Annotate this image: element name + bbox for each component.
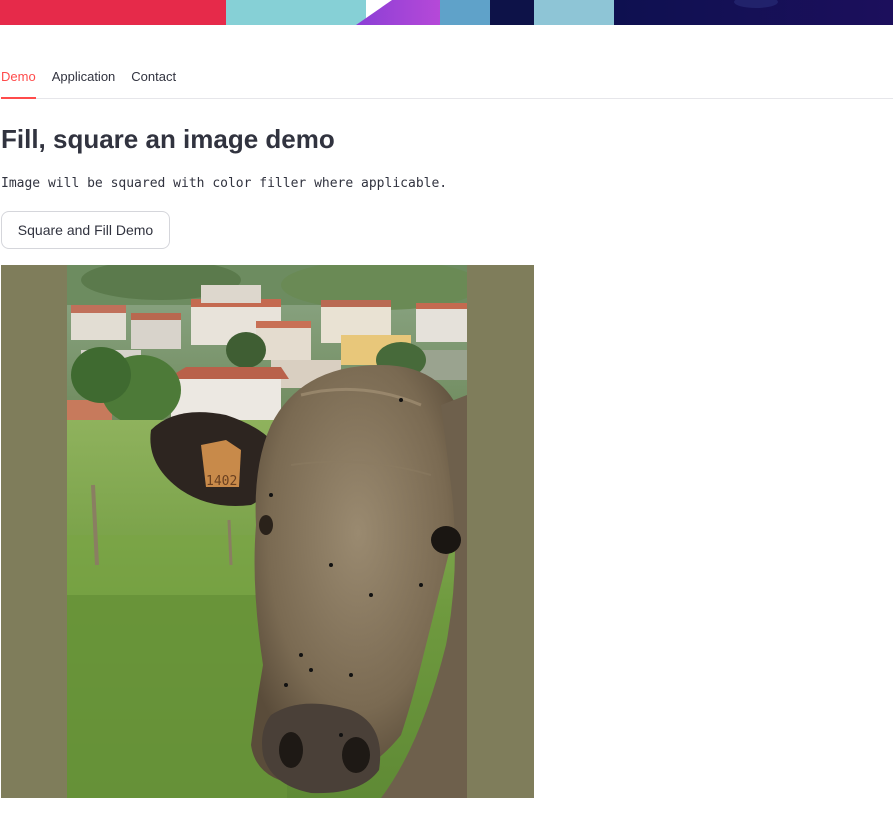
tab-contact[interactable]: Contact (131, 64, 176, 98)
description-text: Image will be squared with color filler … (1, 176, 448, 191)
ear-tag-label: 1402 (206, 474, 237, 489)
squared-image: 1402 (1, 265, 534, 798)
tab-demo[interactable]: Demo (1, 64, 36, 99)
cow-photo: 1402 (1, 265, 534, 798)
tab-application[interactable]: Application (52, 64, 116, 98)
header-banner (0, 0, 893, 25)
page-title: Fill, square an image demo (1, 124, 335, 154)
banner-graphic (0, 0, 893, 25)
tab-bar: Demo Application Contact (1, 64, 893, 99)
square-and-fill-demo-button[interactable]: Square and Fill Demo (1, 211, 170, 249)
